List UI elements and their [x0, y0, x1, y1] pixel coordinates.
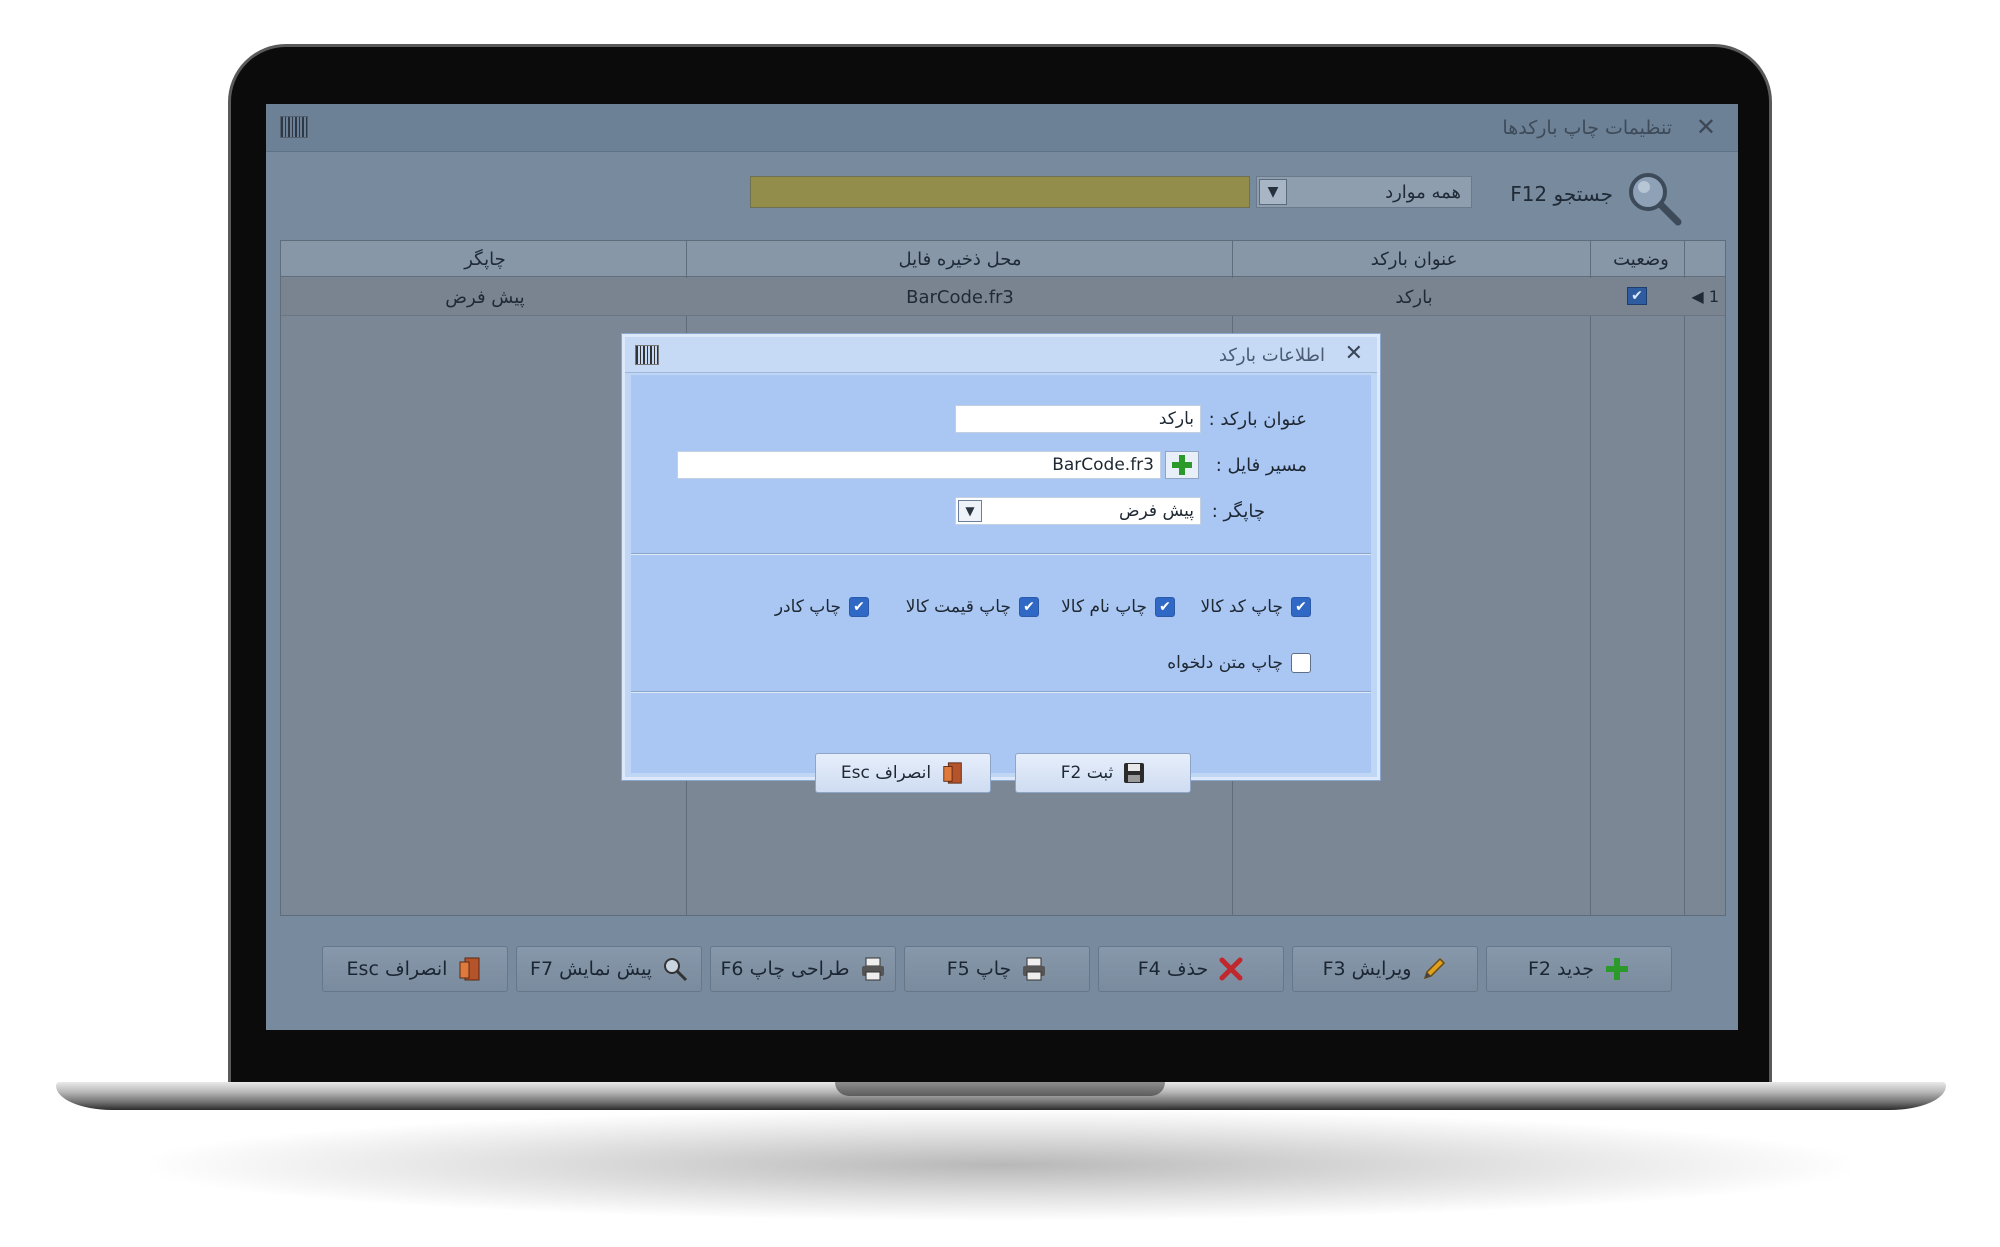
option-print-price-label: چاپ قیمت کالا — [905, 597, 1011, 617]
printer-label: چاپگر : — [1211, 501, 1265, 522]
checkbox-print-custom-text[interactable]: ✔ — [1291, 653, 1311, 673]
new-button[interactable]: جدید F2 — [1486, 946, 1672, 992]
file-path-value: BarCode.fr3 — [1052, 455, 1154, 475]
option-print-price[interactable]: ✔ چاپ قیمت کالا — [906, 597, 1039, 617]
table-header: وضعیت عنوان بارکد محل ذخیره فایل چاپگر — [281, 241, 1725, 277]
window-title: تنظیمات چاپ بارکدها — [1502, 117, 1672, 139]
section-divider — [631, 553, 1371, 555]
chevron-down-icon[interactable]: ▼ — [1259, 179, 1287, 205]
option-print-frame[interactable]: ✔ چاپ کادر — [775, 597, 869, 617]
delete-button[interactable]: حذف F4 — [1098, 946, 1284, 992]
plus-icon — [1604, 956, 1630, 982]
search-filter-select[interactable]: همه موارد ▼ — [1256, 176, 1472, 208]
barcode-title-value: بارکد — [1158, 409, 1194, 429]
file-path-input[interactable]: BarCode.fr3 — [677, 451, 1161, 479]
column-header-printer[interactable]: چاپگر — [285, 249, 685, 270]
magnifier-icon — [662, 956, 688, 982]
close-icon[interactable]: ✕ — [1696, 113, 1716, 141]
option-print-code[interactable]: ✔ چاپ کد کالا — [1200, 597, 1311, 617]
row-title: بارکد — [1395, 287, 1433, 308]
exit-door-icon — [457, 956, 483, 982]
checkbox-print-price[interactable]: ✔ — [1019, 597, 1039, 617]
dialog-titlebar: اطلاعات بارکد ✕ — [625, 337, 1377, 373]
print-button-label: چاپ F5 — [946, 958, 1012, 980]
delete-button-label: حذف F4 — [1137, 958, 1209, 980]
row-file: BarCode.fr3 — [906, 287, 1014, 308]
checkbox-print-name[interactable]: ✔ — [1155, 597, 1175, 617]
row-index: 1 — [1708, 287, 1719, 306]
option-print-custom-text-label: چاپ متن دلخواه — [1167, 653, 1283, 673]
dialog-cancel-button[interactable]: انصراف Esc — [815, 753, 991, 793]
plus-icon — [1172, 455, 1192, 475]
option-print-frame-label: چاپ کادر — [774, 597, 841, 617]
row-indicator: ◀ 1 — [1691, 287, 1719, 306]
edit-button[interactable]: ویرایش F3 — [1292, 946, 1478, 992]
edit-button-label: ویرایش F3 — [1322, 958, 1412, 980]
column-divider — [1590, 241, 1591, 915]
bottom-toolbar: جدید F2 ویرایش F3 حذف F4 چاپ F5 طراحی چا… — [280, 916, 1726, 1026]
printer-design-icon — [860, 956, 886, 982]
checkbox-print-code[interactable]: ✔ — [1291, 597, 1311, 617]
close-icon[interactable]: ✕ — [1345, 341, 1363, 366]
app-window: تنظیمات چاپ بارکدها ✕ جستجو F12 همه موار… — [266, 104, 1738, 1030]
barcode-info-dialog: اطلاعات بارکد ✕ عنوان بارکد : بارکد مسیر… — [622, 334, 1380, 793]
section-divider — [631, 691, 1371, 693]
pencil-icon — [1421, 956, 1447, 982]
printer-icon — [1021, 956, 1047, 982]
barcode-title-input[interactable]: بارکد — [955, 405, 1201, 433]
preview-button[interactable]: پیش نمایش F7 — [516, 946, 702, 992]
design-print-button[interactable]: طراحی چاپ F6 — [710, 946, 896, 992]
chevron-down-icon[interactable]: ▼ — [958, 500, 982, 522]
option-print-custom-text[interactable]: ✔ چاپ متن دلخواه — [1167, 653, 1311, 673]
save-button-label: ثبت F2 — [1060, 763, 1114, 783]
dialog-body: عنوان بارکد : بارکد مسیر فایل : BarCode.… — [631, 375, 1371, 773]
search-icon[interactable] — [1622, 166, 1686, 230]
floppy-disk-icon — [1124, 763, 1145, 783]
column-divider — [1684, 241, 1685, 915]
cancel-button-label: انصراف Esc — [346, 958, 448, 980]
dialog-cancel-button-label: انصراف Esc — [840, 763, 932, 783]
row-status-checkbox[interactable]: ✔ — [1627, 287, 1647, 305]
design-print-button-label: طراحی چاپ F6 — [720, 958, 850, 980]
file-path-label: مسیر فایل : — [1215, 455, 1307, 476]
save-button[interactable]: ثبت F2 — [1015, 753, 1191, 793]
preview-button-label: پیش نمایش F7 — [530, 958, 652, 980]
option-print-name-label: چاپ نام کالا — [1061, 597, 1147, 617]
search-filter-value: همه موارد — [1385, 182, 1461, 203]
search-label: جستجو F12 — [1510, 182, 1613, 206]
barcode-title-label: عنوان بارکد : — [1208, 409, 1307, 430]
checkbox-print-frame[interactable]: ✔ — [849, 597, 869, 617]
column-header-title[interactable]: عنوان بارکد — [1239, 249, 1589, 270]
laptop-shadow — [150, 1110, 1850, 1220]
column-header-status[interactable]: وضعیت — [1601, 249, 1681, 270]
row-printer: پیش فرض — [445, 287, 525, 308]
print-button[interactable]: چاپ F5 — [904, 946, 1090, 992]
printer-value: پیش فرض — [1119, 501, 1194, 521]
window-titlebar: تنظیمات چاپ بارکدها ✕ — [266, 104, 1738, 152]
dialog-title: اطلاعات بارکد — [1218, 345, 1325, 366]
search-input[interactable] — [750, 176, 1250, 208]
barcode-icon — [635, 345, 659, 365]
delete-x-icon — [1218, 956, 1244, 982]
printer-select[interactable]: پیش فرض ▼ — [955, 497, 1201, 525]
exit-door-icon — [943, 762, 962, 784]
option-print-code-label: چاپ کد کالا — [1200, 597, 1284, 617]
table-row[interactable]: ◀ 1 ✔ بارکد BarCode.fr3 پیش فرض — [281, 278, 1725, 316]
column-header-file[interactable]: محل ذخیره فایل — [690, 249, 1230, 270]
laptop-notch — [835, 1082, 1165, 1096]
new-button-label: جدید F2 — [1527, 958, 1595, 980]
barcode-icon — [280, 116, 308, 138]
browse-file-button[interactable] — [1165, 451, 1199, 479]
cancel-button[interactable]: انصراف Esc — [322, 946, 508, 992]
option-print-name[interactable]: ✔ چاپ نام کالا — [1061, 597, 1175, 617]
